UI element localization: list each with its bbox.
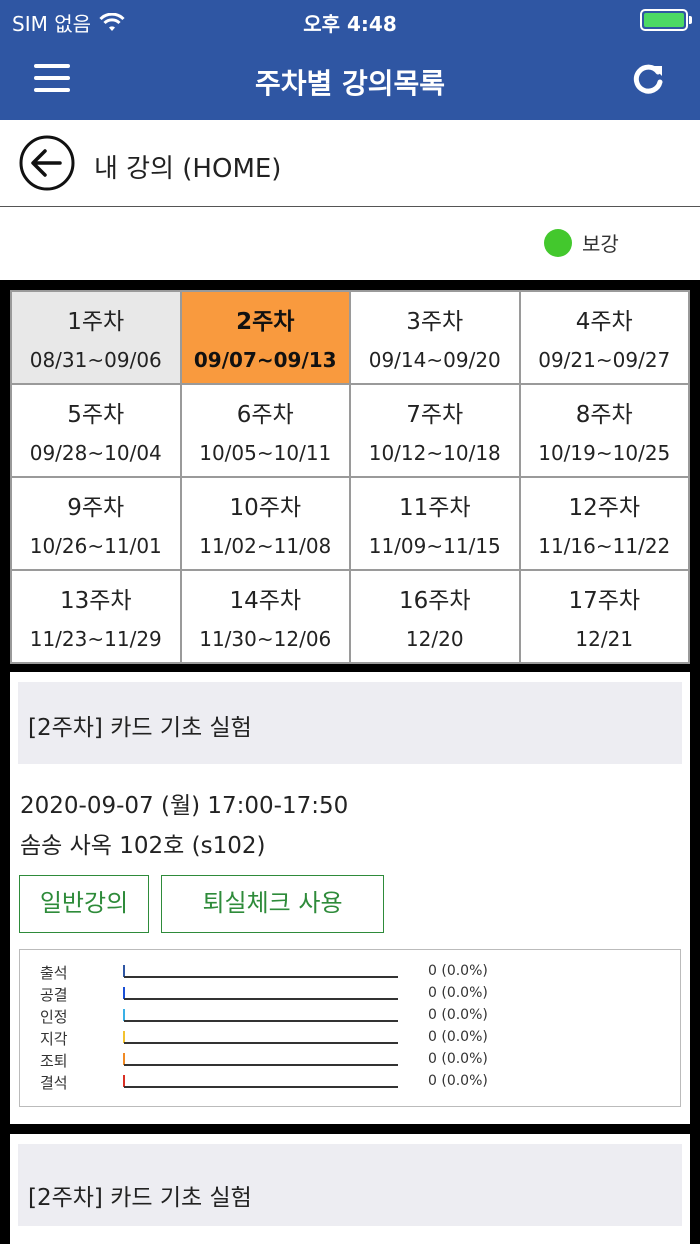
stat-axis (124, 998, 398, 1000)
stat-label: 인정 (40, 1008, 68, 1026)
week-dates: 08/31~09/06 (29, 348, 162, 372)
week-cell[interactable]: 6주차 10/05~10/11 (181, 385, 349, 476)
lecture-header[interactable]: [2주차] 카드 기초 실험 (18, 682, 682, 764)
week-dates: 11/09~11/15 (368, 534, 501, 558)
stat-row-absent: 결석 0 (0.0%) (20, 1072, 680, 1094)
stat-axis (124, 1086, 398, 1088)
week-cell[interactable]: 12주차 11/16~11/22 (520, 478, 688, 569)
attendance-stats: 출석 0 (0.0%) 공결 0 (0.0%) 인정 0 (0.0%) 지각 0… (19, 949, 681, 1107)
stat-value: 0 (0.0%) (428, 963, 488, 979)
stat-row-approved: 인정 0 (0.0%) (20, 1006, 680, 1028)
back-label[interactable]: 내 강의 (HOME) (94, 148, 281, 185)
week-cell[interactable]: 8주차 10/19~10/25 (520, 385, 688, 476)
week-dates: 11/02~11/08 (199, 534, 332, 558)
stat-label: 출석 (40, 964, 68, 982)
lecture-room: 솜송 사옥 102호 (s102) (20, 833, 266, 859)
stat-axis (124, 1020, 398, 1022)
week-dates: 11/23~11/29 (29, 627, 162, 651)
week-dates: 12/20 (405, 627, 464, 651)
back-arrow-icon[interactable] (18, 134, 76, 192)
refresh-icon[interactable] (626, 58, 670, 102)
week-dates: 12/21 (575, 627, 634, 651)
nav-bar: 주차별 강의목록 (0, 40, 700, 120)
status-bar: SIM 없음 오후 4:48 (0, 0, 700, 40)
week-dates: 11/16~11/22 (538, 534, 671, 558)
stat-value: 0 (0.0%) (428, 1029, 488, 1045)
week-cell[interactable]: 14주차 11/30~12/06 (181, 571, 349, 662)
week-dates: 09/21~09/27 (538, 348, 671, 372)
week-label: 11주차 (398, 495, 471, 521)
status-time: 오후 4:48 (303, 12, 397, 36)
week-label: 7주차 (406, 402, 464, 428)
week-dates: 10/19~10/25 (538, 441, 671, 465)
stat-value: 0 (0.0%) (428, 985, 488, 1001)
week-cell[interactable]: 1주차 08/31~09/06 (12, 292, 180, 383)
stat-value: 0 (0.0%) (428, 1073, 488, 1089)
stat-axis (124, 1042, 398, 1044)
stat-value: 0 (0.0%) (428, 1007, 488, 1023)
week-cell[interactable]: 3주차 09/14~09/20 (351, 292, 519, 383)
lecture-title: [2주차] 카드 기초 실험 (28, 1185, 252, 1211)
week-grid: 1주차 08/31~09/06 2주차 09/07~09/13 3주차 09/14~0… (10, 290, 690, 664)
week-label: 13주차 (59, 588, 132, 614)
week-cell[interactable]: 4주차 09/21~09/27 (520, 292, 688, 383)
lecture-type-button[interactable]: 일반강의 (19, 875, 149, 933)
week-label: 14주차 (229, 588, 302, 614)
week-dates: 09/28~10/04 (29, 441, 162, 465)
stat-axis (124, 1064, 398, 1066)
stat-label: 지각 (40, 1030, 68, 1048)
stat-row-excused: 공결 0 (0.0%) (20, 984, 680, 1006)
week-cell[interactable]: 11주차 11/09~11/15 (351, 478, 519, 569)
page-title: 주차별 강의목록 (254, 67, 446, 100)
stat-label: 조퇴 (40, 1052, 68, 1070)
stat-value: 0 (0.0%) (428, 1051, 488, 1067)
battery-icon (640, 9, 692, 31)
week-label: 2주차 (236, 309, 295, 335)
battery-fill (644, 13, 684, 27)
checkout-check-button[interactable]: 퇴실체크 사용 (161, 875, 384, 933)
stat-row-early-leave: 조퇴 0 (0.0%) (20, 1050, 680, 1072)
week-cell[interactable]: 5주차 09/28~10/04 (12, 385, 180, 476)
week-label: 5주차 (67, 402, 125, 428)
week-dates: 10/12~10/18 (368, 441, 501, 465)
week-label: 10주차 (229, 495, 302, 521)
week-label: 4주차 (575, 309, 633, 335)
week-dates: 11/30~12/06 (199, 627, 332, 651)
week-cell-selected[interactable]: 2주차 09/07~09/13 (181, 292, 349, 383)
stat-label: 결석 (40, 1074, 68, 1092)
week-label: 8주차 (575, 402, 633, 428)
legend-label: 보강 (582, 232, 619, 256)
week-label: 3주차 (406, 309, 464, 335)
week-label: 9주차 (67, 495, 125, 521)
week-label: 16주차 (398, 588, 471, 614)
lecture-card: [2주차] 카드 기초 실험 (10, 1134, 690, 1244)
week-dates: 09/14~09/20 (368, 348, 501, 372)
week-cell[interactable]: 16주차 12/20 (351, 571, 519, 662)
stat-label: 공결 (40, 986, 68, 1004)
week-cell[interactable]: 17주차 12/21 (520, 571, 688, 662)
week-cell[interactable]: 7주차 10/12~10/18 (351, 385, 519, 476)
legend-dot (544, 228, 572, 257)
week-label: 12주차 (568, 495, 641, 521)
week-cell[interactable]: 9주차 10/26~11/01 (12, 478, 180, 569)
week-dates: 10/05~10/11 (199, 441, 332, 465)
week-dates: 10/26~11/01 (29, 534, 162, 558)
lecture-header[interactable]: [2주차] 카드 기초 실험 (18, 1144, 682, 1226)
lecture-title: [2주차] 카드 기초 실험 (28, 715, 252, 741)
week-label: 17주차 (568, 588, 641, 614)
week-label: 1주차 (67, 309, 125, 335)
lecture-datetime: 2020-09-07 (월) 17:00-17:50 (20, 793, 349, 819)
week-cell[interactable]: 13주차 11/23~11/29 (12, 571, 180, 662)
stat-axis (124, 976, 398, 978)
week-label: 6주차 (236, 402, 294, 428)
legend: 보강 (544, 228, 619, 257)
back-row: 내 강의 (HOME) (0, 120, 700, 207)
week-cell[interactable]: 10주차 11/02~11/08 (181, 478, 349, 569)
week-dates: 09/07~09/13 (193, 348, 337, 372)
stat-row-late: 지각 0 (0.0%) (20, 1028, 680, 1050)
stat-row-attendance: 출석 0 (0.0%) (20, 962, 680, 984)
lecture-card: [2주차] 카드 기초 실험 2020-09-07 (월) 17:00-17:5… (10, 672, 690, 1124)
